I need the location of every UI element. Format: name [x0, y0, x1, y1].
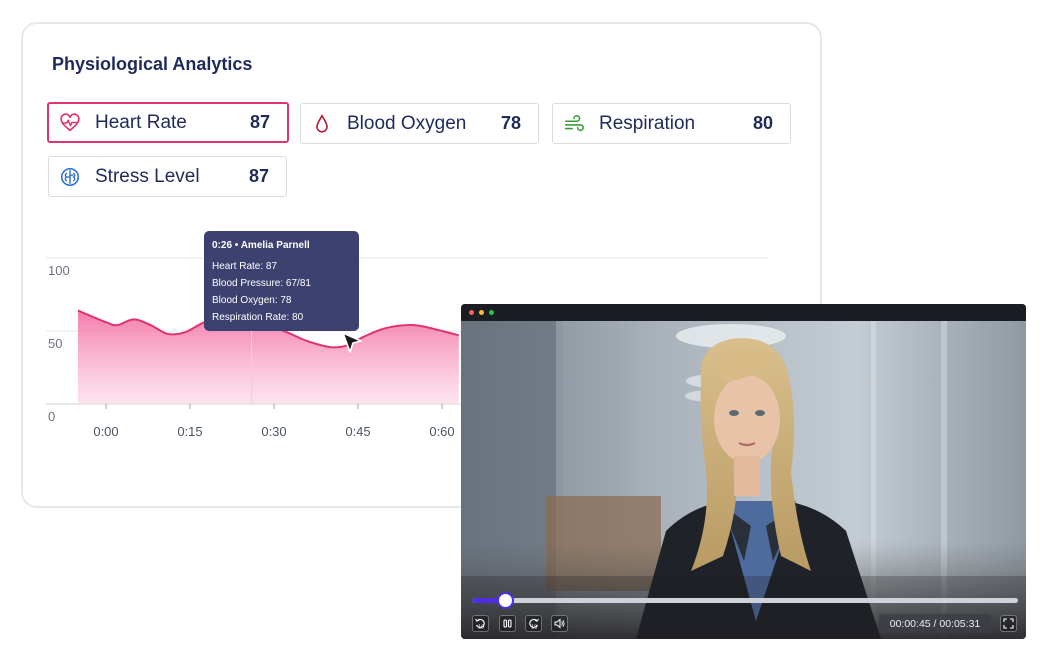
- volume-button[interactable]: [551, 615, 568, 632]
- fullscreen-icon: [1003, 618, 1014, 629]
- x-tick-label: 0:60: [429, 424, 454, 439]
- rewind-10-button[interactable]: 10: [472, 615, 489, 632]
- pause-icon: [503, 619, 512, 628]
- svg-text:10: 10: [478, 625, 484, 631]
- progress-handle[interactable]: [497, 592, 514, 609]
- x-tick-label: 0:30: [261, 424, 286, 439]
- minimize-dot[interactable]: [479, 310, 484, 315]
- x-tick-label: 0:45: [345, 424, 370, 439]
- y-tick-label: 50: [48, 336, 62, 351]
- x-tick-label: 0:00: [93, 424, 118, 439]
- video-frame[interactable]: [461, 321, 1026, 639]
- player-titlebar: [461, 304, 1026, 321]
- time-display: 00:00:45 / 00:05:31: [879, 614, 991, 633]
- tooltip-header: 0:26 • Amelia Parnell: [212, 240, 310, 251]
- tooltip-line: Blood Pressure: 67/81: [212, 278, 311, 289]
- progress-track[interactable]: [472, 598, 1018, 603]
- y-tick-label: 100: [48, 263, 70, 278]
- maximize-dot[interactable]: [489, 310, 494, 315]
- tooltip-line: Heart Rate: 87: [212, 261, 278, 272]
- rewind-10-icon: 10: [475, 618, 485, 631]
- x-tick-label: 0:15: [177, 424, 202, 439]
- forward-10-icon: 10: [529, 618, 539, 631]
- svg-text:10: 10: [531, 625, 537, 631]
- tooltip-line: Blood Oxygen: 78: [212, 295, 292, 306]
- tooltip-line: Respiration Rate: 80: [212, 312, 304, 323]
- pause-button[interactable]: [499, 615, 516, 632]
- fullscreen-button[interactable]: [1000, 615, 1017, 632]
- volume-icon: [554, 618, 565, 629]
- video-player[interactable]: 10 10 00:00:45 / 00:05:31: [461, 304, 1026, 639]
- forward-10-button[interactable]: 10: [525, 615, 542, 632]
- close-dot[interactable]: [469, 310, 474, 315]
- chart-tooltip: 0:26 • Amelia Parnell Heart Rate: 87 Blo…: [204, 231, 359, 331]
- mouse-cursor-icon: [342, 332, 362, 353]
- y-tick-label: 0: [48, 409, 55, 424]
